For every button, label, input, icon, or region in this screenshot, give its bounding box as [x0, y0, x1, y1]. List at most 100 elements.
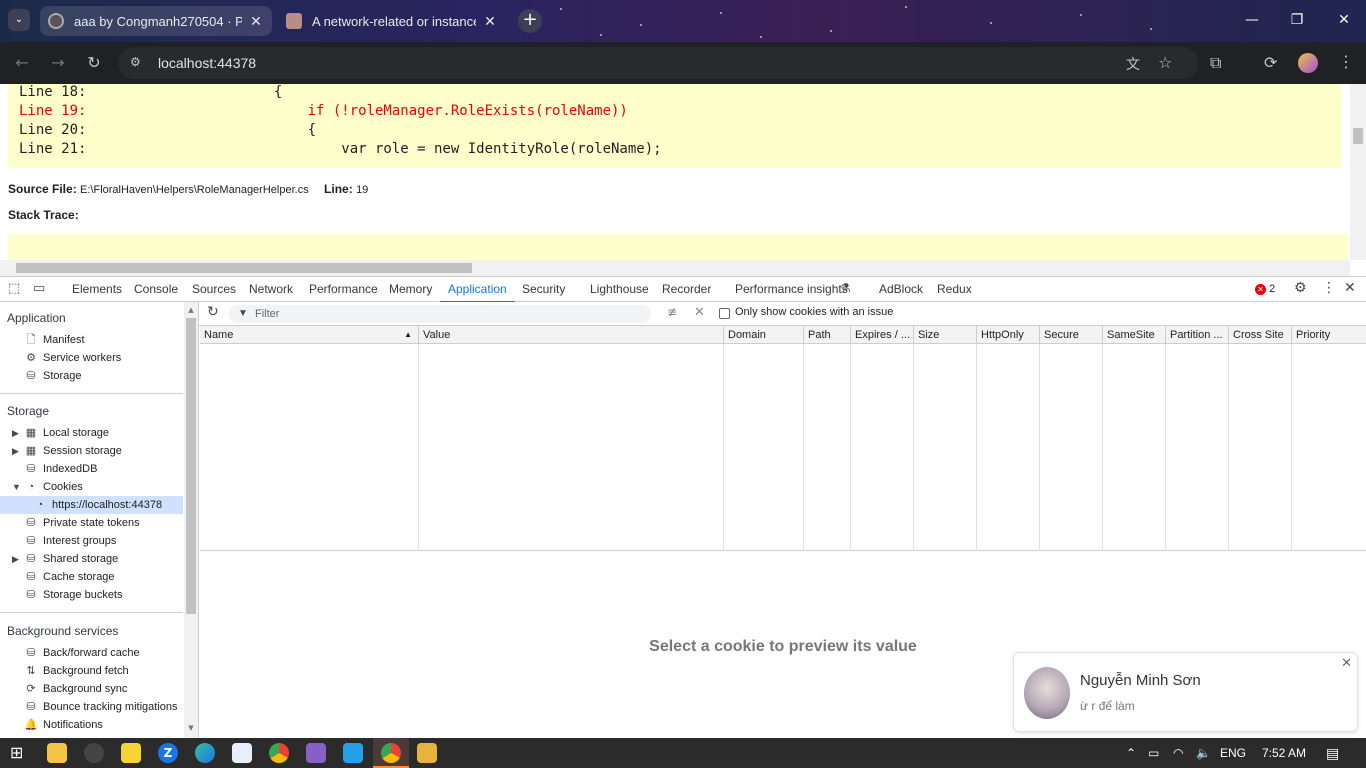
column-path[interactable]: Path — [804, 326, 851, 344]
restore-icon[interactable]: ❐ — [1285, 8, 1309, 32]
sidebar-item-session-storage[interactable]: ▶ ▦ Session storage — [12, 442, 122, 460]
zalo-z-icon[interactable]: Z — [158, 743, 178, 763]
sidebar-item-indexeddb[interactable]: ⛁ IndexedDB — [24, 460, 97, 478]
bookmark-star-icon[interactable]: ☆ — [1158, 53, 1172, 72]
address-bar[interactable]: ⚙ localhost:44378 文 ☆ — [118, 47, 1198, 79]
tab-security[interactable]: Security — [522, 277, 565, 303]
tab-recorder[interactable]: Recorder — [662, 277, 711, 303]
notification-center-icon[interactable]: ▤ — [1326, 738, 1339, 768]
device-toolbar-icon[interactable]: ▭ — [33, 281, 45, 296]
tab-console[interactable]: Console — [134, 277, 178, 303]
tab-list-button[interactable]: ⌄ — [8, 9, 30, 31]
translate-icon[interactable]: 文 — [1126, 54, 1140, 74]
filter-input[interactable]: ▼ Filter — [229, 305, 651, 323]
sidebar-item-cache-storage[interactable]: ⛁ Cache storage — [24, 568, 114, 586]
sidebar-item-background-sync[interactable]: ⟳ Background sync — [24, 680, 127, 698]
sidebar-item-background-fetch[interactable]: ⇅ Background fetch — [24, 662, 128, 680]
tab-sources[interactable]: Sources — [192, 277, 236, 303]
clock[interactable]: 7:52 AM — [1262, 738, 1306, 768]
expand-arrow-icon[interactable]: ▶ — [12, 550, 19, 568]
browser-tab-github[interactable]: aaa by Congmanh270504 · Pull ✕ — [40, 6, 272, 36]
tab-elements[interactable]: Elements — [72, 277, 122, 303]
battery-icon[interactable]: ▭ — [1148, 738, 1159, 768]
tab-network[interactable]: Network — [249, 277, 293, 303]
column-partition[interactable]: Partition ... — [1166, 326, 1229, 344]
sql-server-icon[interactable] — [417, 743, 437, 763]
page-horizontal-scrollbar[interactable] — [0, 260, 1350, 276]
profile-avatar[interactable] — [1298, 53, 1318, 73]
tab-performance-insights[interactable]: Performance insights — [735, 277, 848, 303]
wifi-icon[interactable]: ◠ — [1173, 738, 1183, 768]
sidebar-item-cookies[interactable]: ▼ ◔ Cookies — [12, 478, 83, 496]
tab-memory[interactable]: Memory — [389, 277, 432, 303]
back-icon[interactable]: ← — [12, 53, 32, 73]
page-vertical-scrollbar[interactable] — [1350, 84, 1366, 260]
issue-checkbox[interactable] — [719, 308, 730, 319]
minimize-icon[interactable]: — — [1240, 8, 1264, 32]
sidebar-item-bfcache[interactable]: ⛁ Back/forward cache — [24, 644, 139, 662]
column-size[interactable]: Size — [914, 326, 977, 344]
reload-icon[interactable]: ↻ — [84, 53, 104, 73]
chat-notification[interactable]: Nguyễn Minh Sơn ừ r để làm ✕ — [1013, 652, 1358, 732]
windows-start-icon[interactable]: ⊞ — [10, 743, 30, 763]
expand-arrow-icon[interactable]: ▶ — [12, 424, 19, 442]
sidebar-item-private-state-tokens[interactable]: ⛁ Private state tokens — [24, 514, 139, 532]
expand-arrow-icon[interactable]: ▶ — [12, 442, 19, 460]
sidebar-item-service-workers[interactable]: ⚙ Service workers — [24, 349, 121, 367]
sidebar-item-local-storage[interactable]: ▶ ▦ Local storage — [12, 424, 109, 442]
refresh-icon[interactable]: ↻ — [207, 304, 219, 320]
sidebar-item-storage-buckets[interactable]: ⛁ Storage buckets — [24, 586, 122, 604]
vscode-icon[interactable] — [343, 743, 363, 763]
sidebar-item-manifest[interactable]: 🗋 Manifest — [24, 331, 85, 349]
language-indicator[interactable]: ENG — [1220, 738, 1246, 768]
browser-tab-error[interactable]: A network-related or instance- ✕ — [278, 6, 506, 36]
tab-performance[interactable]: Performance — [309, 277, 378, 303]
chrome-active-icon[interactable] — [373, 738, 409, 768]
chrome-icon[interactable] — [269, 743, 289, 763]
clear-filtered-cookies-icon[interactable]: ≢ — [667, 305, 677, 319]
file-explorer-icon[interactable] — [47, 743, 67, 763]
volume-icon[interactable]: 🔈 — [1196, 738, 1211, 768]
more-options-icon[interactable]: ⋮ — [1322, 280, 1336, 296]
sidebar-scrollbar[interactable]: ▲ ▼ — [184, 302, 198, 738]
sidebar-item-shared-storage[interactable]: ▶ ⛁ Shared storage — [12, 550, 118, 568]
column-value[interactable]: Value — [419, 326, 724, 344]
media-player-icon[interactable] — [84, 743, 104, 763]
forward-icon[interactable]: → — [48, 53, 68, 73]
close-tab-icon[interactable]: ✕ — [248, 13, 264, 30]
column-expires[interactable]: Expires / ... — [851, 326, 914, 344]
column-domain[interactable]: Domain — [724, 326, 804, 344]
extensions-icon[interactable]: ⧉ — [1210, 53, 1221, 73]
close-notification-icon[interactable]: ✕ — [1341, 656, 1352, 671]
settings-gear-icon[interactable]: ⚙ — [1294, 280, 1307, 296]
column-secure[interactable]: Secure — [1040, 326, 1103, 344]
column-name[interactable]: Name ▲ — [200, 326, 419, 344]
edge-browser-icon[interactable] — [195, 743, 215, 763]
visual-studio-icon[interactable] — [306, 743, 326, 763]
zalo-app-icon[interactable] — [232, 743, 252, 763]
sidebar-item-storage[interactable]: ⛁ Storage — [24, 367, 81, 385]
sidebar-item-notifications[interactable]: 🔔 Notifications — [24, 716, 103, 734]
sync-icon[interactable]: ⟳ — [1264, 53, 1277, 72]
error-badge[interactable]: ✕ 2 — [1255, 283, 1275, 295]
sidebar-item-cookie-origin[interactable]: ◔ https://localhost:44378 — [0, 496, 183, 514]
collapse-arrow-icon[interactable]: ▼ — [12, 478, 21, 496]
menu-icon[interactable]: ⋮ — [1338, 52, 1354, 71]
site-info-icon[interactable]: ⚙ — [130, 55, 146, 71]
sidebar-item-interest-groups[interactable]: ⛁ Interest groups — [24, 532, 116, 550]
close-devtools-icon[interactable]: ✕ — [1344, 280, 1356, 296]
close-tab-icon[interactable]: ✕ — [482, 13, 498, 30]
column-cross-site[interactable]: Cross Site — [1229, 326, 1292, 344]
inspect-element-icon[interactable]: ⬚ — [8, 281, 20, 296]
tab-lighthouse[interactable]: Lighthouse — [590, 277, 649, 303]
sticky-notes-icon[interactable] — [121, 743, 141, 763]
tab-adblock[interactable]: AdBlock — [879, 277, 923, 303]
sidebar-item-bounce-tracking[interactable]: ⛁ Bounce tracking mitigations — [24, 698, 177, 716]
show-hidden-icons-icon[interactable]: ⌃ — [1126, 738, 1136, 768]
column-priority[interactable]: Priority — [1292, 326, 1366, 344]
column-httponly[interactable]: HttpOnly — [977, 326, 1040, 344]
column-samesite[interactable]: SameSite — [1103, 326, 1166, 344]
close-window-icon[interactable]: ✕ — [1332, 8, 1356, 32]
new-tab-button[interactable]: + — [518, 9, 542, 33]
tab-redux[interactable]: Redux — [937, 277, 972, 303]
